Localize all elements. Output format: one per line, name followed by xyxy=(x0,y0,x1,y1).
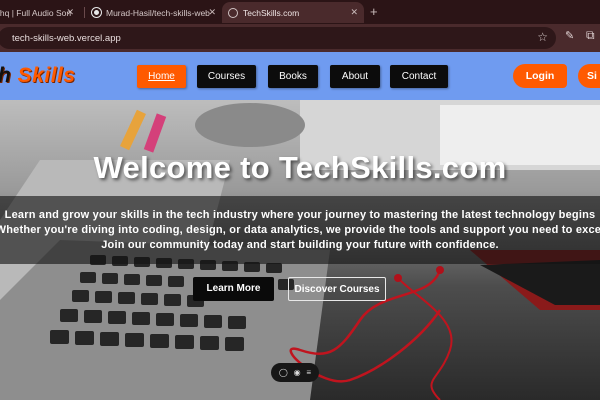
discover-courses-button[interactable]: Discover Courses xyxy=(288,277,386,301)
signup-button[interactable]: Si xyxy=(578,64,600,88)
site-logo[interactable]: h Skills xyxy=(0,64,76,88)
browser-tab-strip: ihq | Full Audio Son ✕ Murad-Hasil/tech-… xyxy=(0,0,600,24)
pen-icon[interactable]: ✎ xyxy=(565,29,574,42)
close-icon[interactable]: ✕ xyxy=(350,7,358,18)
nav-contact-link[interactable]: Contact xyxy=(390,65,448,88)
browser-tab[interactable]: Murad-Hasil/tech-skills-web ✕ xyxy=(86,2,222,23)
close-icon[interactable]: ✕ xyxy=(208,7,216,18)
hero-title: Welcome to TechSkills.com xyxy=(93,150,507,185)
nav-books-link[interactable]: Books xyxy=(268,65,318,88)
close-icon[interactable]: ✕ xyxy=(66,7,74,18)
learn-more-button[interactable]: Learn More xyxy=(193,277,274,301)
comment-icon[interactable]: ◯ xyxy=(279,368,288,377)
floating-toolbar: ◯ ◉ ≡ xyxy=(271,363,319,382)
hero-description-line: Whether you're diving into coding, desig… xyxy=(0,224,600,236)
tab-title: Murad-Hasil/tech-skills-web xyxy=(106,7,210,18)
tab-title: ihq | Full Audio Son xyxy=(0,7,72,18)
site-navbar: h Skills Home Courses Books About Contac… xyxy=(0,52,600,100)
new-tab-button[interactable]: + xyxy=(370,4,378,19)
menu-icon[interactable]: ≡ xyxy=(306,368,311,377)
url-text: tech-skills-web.vercel.app xyxy=(12,32,121,44)
hero-description-line: Learn and grow your skills in the tech i… xyxy=(4,209,596,221)
tab-title: TechSkills.com xyxy=(243,7,300,18)
browser-tab-active[interactable]: TechSkills.com ✕ xyxy=(222,2,364,23)
logo-prefix: h xyxy=(0,64,11,87)
address-bar[interactable]: tech-skills-web.vercel.app ☆ xyxy=(0,27,556,49)
eye-icon[interactable]: ◉ xyxy=(294,368,301,377)
nav-courses-link[interactable]: Courses xyxy=(197,65,256,88)
bookmark-star-icon[interactable]: ☆ xyxy=(537,30,548,44)
hero-section: Welcome to TechSkills.com Learn and grow… xyxy=(0,100,600,400)
nav-about-link[interactable]: About xyxy=(330,65,380,88)
logo-text: Skills xyxy=(17,64,76,87)
browser-toolbar: tech-skills-web.vercel.app ☆ xyxy=(0,24,600,52)
nav-home-link[interactable]: Home xyxy=(137,65,186,88)
browser-tab[interactable]: ihq | Full Audio Son ✕ xyxy=(0,2,80,23)
login-button[interactable]: Login xyxy=(513,64,567,88)
tab-divider xyxy=(84,7,85,18)
globe-icon xyxy=(228,7,238,18)
hero-description-line: Join our community today and start build… xyxy=(101,239,499,251)
github-icon xyxy=(92,8,101,17)
extensions-icon[interactable]: ⧉ xyxy=(586,28,595,43)
